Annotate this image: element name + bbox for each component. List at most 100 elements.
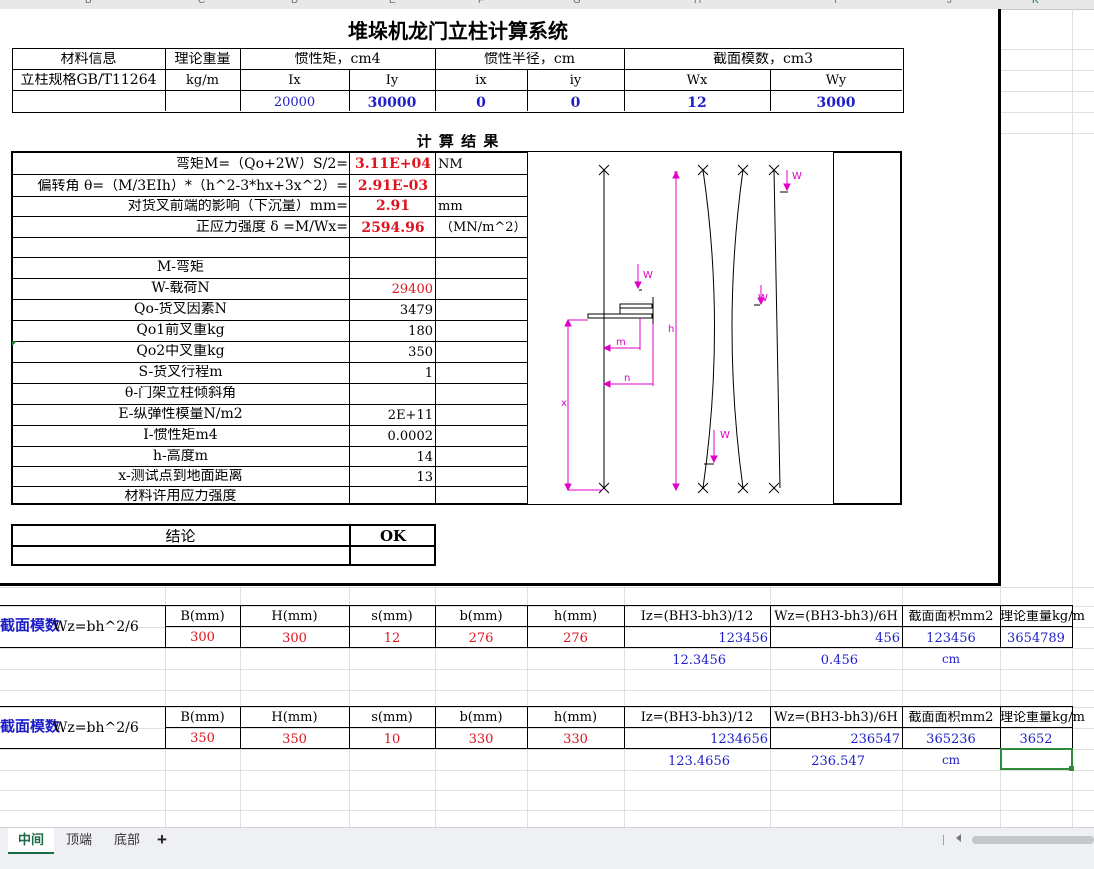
s2-header-iz[interactable]: Iz=(BH3-bh3)/12 (624, 711, 770, 724)
value-wx[interactable]: 12 (624, 96, 770, 110)
col-header-i[interactable]: I (834, 0, 837, 6)
s2-header-H[interactable]: H(mm) (240, 711, 349, 724)
value-iy[interactable]: 30000 (349, 96, 435, 110)
diagram-label-w4: W (720, 430, 730, 441)
s1-header-wz[interactable]: Wz=(BH3-bh3)/6H (770, 610, 902, 623)
s2-header-area[interactable]: 截面面积mm2 (902, 711, 1000, 724)
param-value-front-fork[interactable]: 180 (350, 325, 433, 338)
param-label-front-fork: Qo1前叉重kg (136, 323, 225, 337)
s1-header-h[interactable]: h(mm) (527, 610, 624, 623)
col-header-d[interactable]: D (291, 0, 298, 6)
s2-value-H[interactable]: 350 (240, 733, 349, 746)
unit-kgm[interactable]: kg/m (165, 74, 240, 87)
s2-header-wz[interactable]: Wz=(BH3-bh3)/6H (770, 711, 902, 724)
tab-top[interactable]: 顶端 (58, 828, 100, 852)
col-header-g[interactable]: G (573, 0, 581, 6)
s1-header-s[interactable]: s(mm) (349, 610, 435, 623)
s2-value-h[interactable]: 330 (527, 733, 624, 746)
col-header-e[interactable]: E (389, 0, 396, 6)
param-value-height[interactable]: 14 (350, 451, 433, 464)
header-material[interactable]: 材料信息 (12, 52, 165, 66)
s1-cm-unit[interactable]: cm (902, 653, 1000, 665)
s2-value-B[interactable]: 350 (165, 732, 240, 745)
s2-value-weight[interactable]: 3652 (1000, 733, 1072, 746)
s1-header-b[interactable]: b(mm) (435, 610, 527, 623)
s2-header-h[interactable]: h(mm) (527, 711, 624, 724)
label-rix[interactable]: ix (435, 74, 527, 87)
s2-cm-wz[interactable]: 236.547 (770, 755, 865, 768)
s2-value-b[interactable]: 330 (435, 733, 527, 746)
s2-value-s[interactable]: 10 (349, 733, 435, 746)
param-value-elastic[interactable]: 2E+11 (350, 409, 433, 422)
s1-value-wz[interactable]: 456 (770, 632, 900, 645)
s2-header-b[interactable]: b(mm) (435, 711, 527, 724)
stress-unit: （MN/m^2） (440, 221, 526, 234)
header-weight[interactable]: 理论重量 (165, 52, 240, 66)
s1-value-s[interactable]: 12 (349, 632, 435, 645)
param-value-stroke[interactable]: 1 (350, 367, 433, 380)
fork-sink-value[interactable]: 2.91 (351, 199, 435, 213)
s2-cm-iz[interactable]: 123.4656 (624, 755, 730, 768)
tab-middle[interactable]: 中间 (8, 828, 54, 854)
s1-header-area[interactable]: 截面面积mm2 (902, 610, 1000, 623)
header-inertia[interactable]: 惯性矩，cm4 (240, 52, 435, 66)
s1-value-area[interactable]: 123456 (902, 632, 1000, 645)
label-wx[interactable]: Wx (624, 74, 770, 87)
section1-formula: Wz=bh^2/6 (53, 620, 139, 634)
label-wy[interactable]: Wy (770, 74, 902, 87)
moment-value[interactable]: 3.11E+04 (351, 157, 435, 171)
label-ix[interactable]: Ix (240, 74, 349, 87)
label-iy[interactable]: Iy (349, 74, 435, 87)
param-value-mid-fork[interactable]: 350 (350, 346, 433, 359)
tab-divider (943, 835, 944, 845)
header-modulus[interactable]: 截面模数，cm3 (624, 52, 902, 66)
s1-cm-iz[interactable]: 12.3456 (624, 654, 726, 667)
s2-header-B[interactable]: B(mm) (165, 711, 240, 724)
panel-right-border (998, 9, 1001, 586)
header-radius[interactable]: 惯性半径，cm (435, 52, 624, 66)
param-value-inertia[interactable]: 0.0002 (350, 430, 434, 443)
s2-header-weight[interactable]: 理论重量kg/m (1000, 711, 1094, 724)
s2-header-s[interactable]: s(mm) (349, 711, 435, 724)
s2-value-iz[interactable]: 1234656 (624, 733, 768, 746)
conclusion-value[interactable]: OK (351, 529, 435, 544)
s1-header-iz[interactable]: Iz=(BH3-bh3)/12 (624, 610, 770, 623)
s1-value-iz[interactable]: 123456 (624, 632, 768, 645)
s1-cm-wz[interactable]: 0.456 (770, 654, 858, 667)
add-sheet-button[interactable]: + (152, 828, 172, 852)
col-header-k[interactable]: K (1032, 0, 1039, 6)
fill-handle[interactable] (1069, 766, 1074, 771)
s1-value-b[interactable]: 276 (435, 632, 527, 645)
value-riy[interactable]: 0 (527, 96, 624, 110)
spec-standard[interactable]: 立柱规格GB/T11264 (12, 73, 165, 87)
col-header-j[interactable]: J (947, 0, 952, 6)
scroll-left-icon[interactable] (956, 834, 961, 842)
col-header-c[interactable]: C (198, 0, 205, 6)
col-header-b[interactable]: B (85, 0, 92, 6)
tab-bottom[interactable]: 底部 (104, 828, 150, 852)
s2-value-area[interactable]: 365236 (902, 733, 1000, 746)
s2-cm-unit[interactable]: cm (902, 754, 1000, 766)
label-riy[interactable]: iy (527, 74, 624, 87)
active-cell-selection[interactable] (1000, 748, 1073, 770)
col-header-h[interactable]: H (694, 0, 701, 6)
s1-value-h[interactable]: 276 (527, 632, 624, 645)
s2-value-wz[interactable]: 236547 (770, 733, 900, 746)
s1-header-weight[interactable]: 理论重量kg/m (1000, 610, 1094, 623)
value-wy[interactable]: 3000 (770, 96, 902, 110)
s1-value-weight[interactable]: 3654789 (1000, 632, 1072, 645)
panel-bottom-border (0, 583, 1001, 586)
horizontal-scrollbar[interactable] (972, 836, 1094, 844)
value-rix[interactable]: 0 (435, 96, 527, 110)
s1-header-H[interactable]: H(mm) (240, 610, 349, 623)
param-value-fork-factor[interactable]: 3479 (350, 304, 433, 317)
value-ix[interactable]: 20000 (240, 96, 349, 109)
deflection-angle-value[interactable]: 2.91E-03 (351, 179, 435, 193)
stress-value[interactable]: 2594.96 (351, 221, 435, 235)
param-value-test-point[interactable]: 13 (350, 471, 433, 484)
param-value-load[interactable]: 29400 (350, 283, 433, 296)
s1-value-H[interactable]: 300 (240, 632, 349, 645)
col-header-f[interactable]: F (478, 0, 484, 6)
s1-value-B[interactable]: 300 (165, 631, 240, 644)
s1-header-B[interactable]: B(mm) (165, 610, 240, 623)
